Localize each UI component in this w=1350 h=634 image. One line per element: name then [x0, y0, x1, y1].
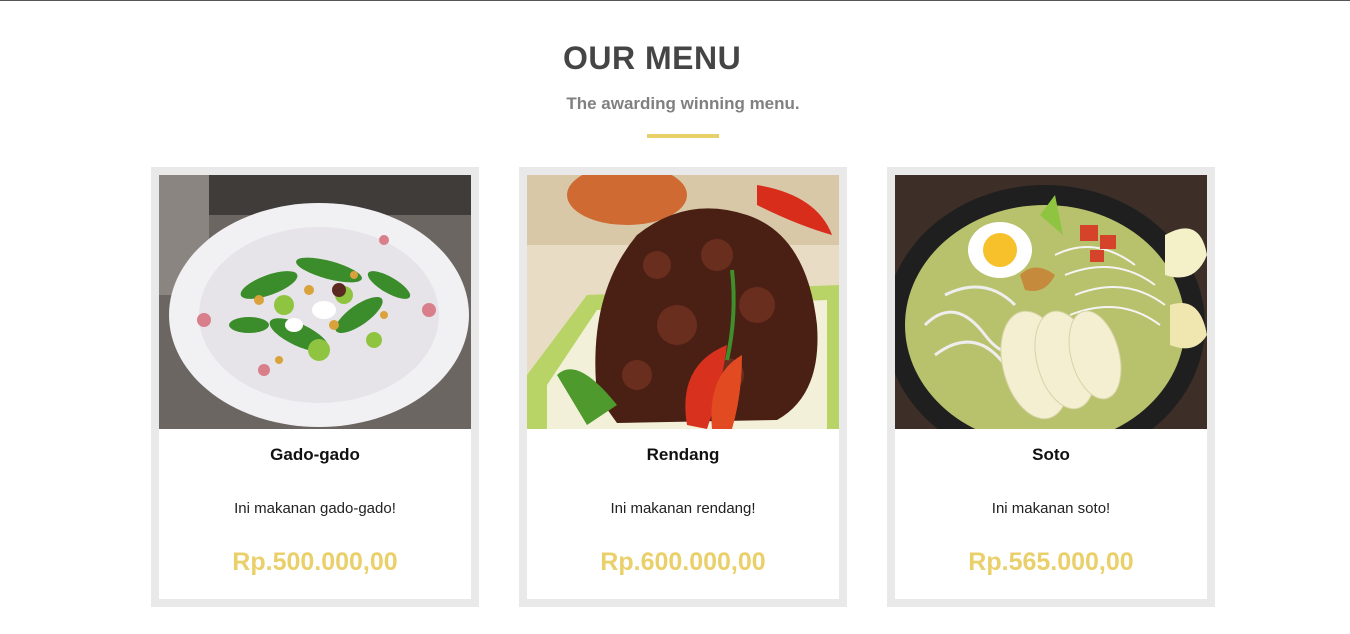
rendang-photo: [527, 175, 839, 429]
dish-description: Ini makanan rendang!: [610, 500, 756, 517]
dish-name: Soto: [1032, 445, 1070, 464]
menu-card-body: Soto Ini makanan soto! Rp.565.000,00: [895, 175, 1207, 599]
title-underline: [647, 134, 719, 138]
top-divider: [0, 0, 1350, 1]
dish-price: Rp.565.000,00: [968, 548, 1134, 576]
menu-card-soto[interactable]: Soto Ini makanan soto! Rp.565.000,00: [887, 167, 1215, 607]
menu-card-rendang[interactable]: Rendang Ini makanan rendang! Rp.600.000,…: [519, 167, 847, 607]
dish-description: Ini makanan gado-gado!: [234, 500, 396, 517]
menu-card-body: Gado-gado Ini makanan gado-gado! Rp.500.…: [159, 175, 471, 599]
dish-price: Rp.600.000,00: [600, 548, 766, 576]
dish-description: Ini makanan soto!: [991, 500, 1111, 517]
dish-name: Gado-gado: [270, 445, 360, 464]
menu-card-gado-gado[interactable]: Gado-gado Ini makanan gado-gado! Rp.500.…: [151, 167, 479, 607]
section-subtitle: The awarding winning menu.: [566, 94, 800, 113]
dish-name: Rendang: [646, 445, 720, 464]
section-title: OUR MENU: [563, 40, 742, 76]
menu-card-body: Rendang Ini makanan rendang! Rp.600.000,…: [527, 175, 839, 599]
soto-photo: [895, 175, 1207, 429]
gado-gado-photo: [159, 175, 471, 429]
dish-price: Rp.500.000,00: [232, 548, 398, 576]
